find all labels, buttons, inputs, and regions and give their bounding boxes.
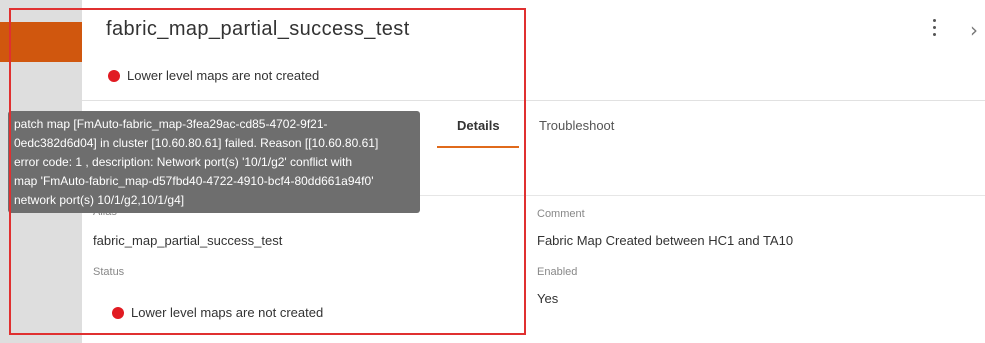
- alias-value: fabric_map_partial_success_test: [93, 233, 283, 248]
- comment-value: Fabric Map Created between HC1 and TA10: [537, 233, 794, 248]
- more-vertical-icon[interactable]: [928, 19, 940, 41]
- header-status-text: Lower level maps are not created: [127, 68, 320, 83]
- chevron-right-icon[interactable]: ›: [970, 18, 978, 42]
- comment-label: Comment: [537, 208, 585, 220]
- enabled-label: Enabled: [537, 266, 578, 278]
- error-dot-icon: [108, 69, 120, 82]
- details-status-text: Lower level maps are not created: [131, 305, 324, 320]
- active-tab-indicator: [437, 146, 519, 148]
- details-status: Lower level maps are not created: [112, 305, 323, 320]
- error-tooltip: patch map [FmAuto-fabric_map-3fea29ac-cd…: [8, 111, 420, 213]
- tab-troubleshoot[interactable]: Troubleshoot: [539, 118, 614, 133]
- page-title: fabric_map_partial_success_test: [106, 18, 410, 40]
- enabled-value: Yes: [537, 291, 559, 306]
- background-header-band: [0, 22, 82, 62]
- error-dot-icon: [112, 306, 124, 319]
- status-label: Status: [93, 266, 125, 278]
- header-status: Lower level maps are not created: [108, 68, 319, 83]
- header-divider: [82, 100, 985, 101]
- tab-details[interactable]: Details: [457, 118, 500, 133]
